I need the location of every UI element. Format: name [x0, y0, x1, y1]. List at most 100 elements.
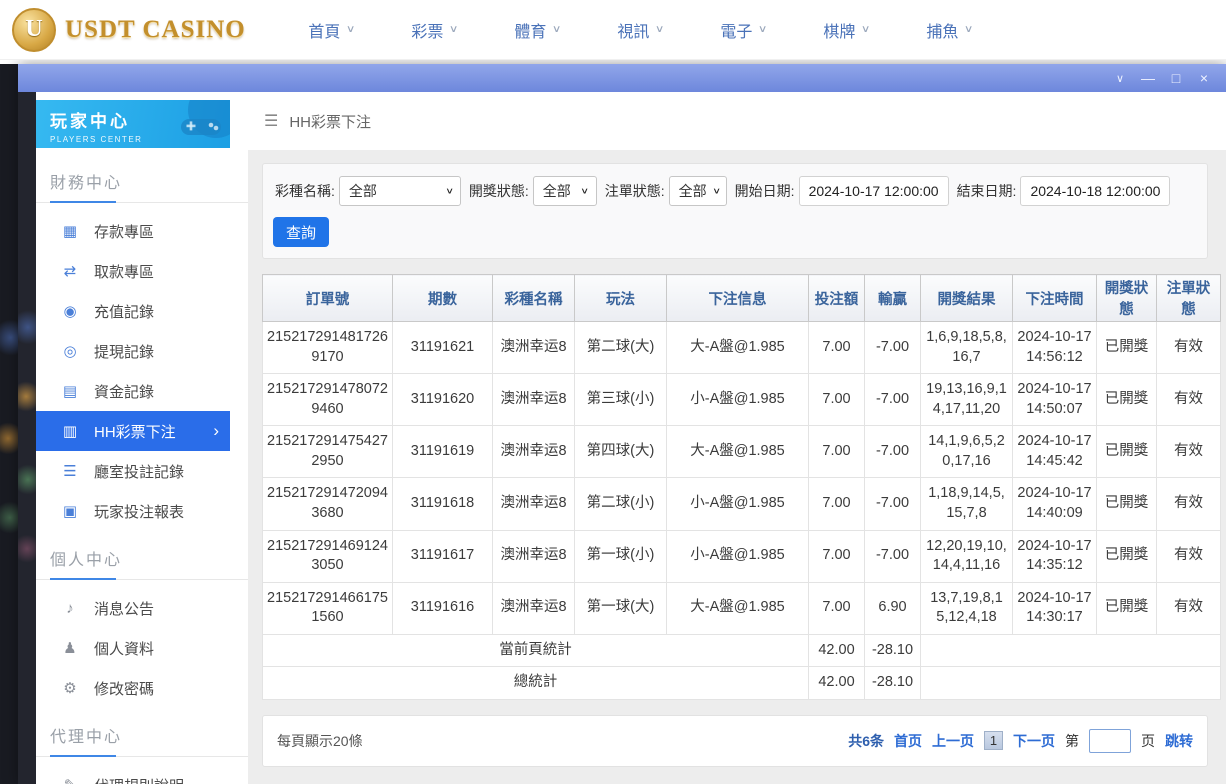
table-cell: 1,6,9,18,5,8,16,7: [921, 322, 1013, 374]
table-cell: 澳洲幸运8: [493, 322, 575, 374]
table-cell: -7.00: [865, 478, 921, 530]
table-cell: 已開獎: [1097, 530, 1157, 582]
start-date-label: 開始日期:: [735, 181, 795, 201]
nav-item-poker[interactable]: 棋牌∨: [795, 18, 898, 42]
table-cell: 已開獎: [1097, 426, 1157, 478]
table-cell: 有效: [1157, 530, 1221, 582]
prev-page-link[interactable]: 上一页: [932, 731, 974, 751]
nav-item-home[interactable]: 首頁∨: [280, 18, 383, 42]
table-cell: 第二球(小): [575, 478, 667, 530]
summary-empty: [921, 634, 1221, 667]
sidebar-item-label: 消息公告: [94, 598, 154, 619]
summary-row: 當前頁統計42.00-28.10: [263, 634, 1221, 667]
column-header: 投注額: [809, 275, 865, 322]
sidebar-item-hall-bet-log[interactable]: ☰廳室投註記錄: [36, 451, 230, 491]
pager: 共6条 首页 上一页 1 下一页 第 页 跳转: [848, 729, 1193, 753]
chevron-down-icon: ∨: [655, 24, 665, 35]
start-date-value: 2024-10-17 12:00:00: [809, 183, 939, 199]
nav-item-sports[interactable]: 體育∨: [486, 18, 589, 42]
nav-item-live[interactable]: 視訊∨: [589, 18, 692, 42]
first-page-link[interactable]: 首页: [894, 731, 922, 751]
table-cell: 已開獎: [1097, 322, 1157, 374]
chevron-down-icon[interactable]: ∨: [1106, 67, 1134, 89]
table-cell: 31191616: [393, 582, 493, 634]
start-date-input[interactable]: 2024-10-17 12:00:00: [799, 176, 949, 206]
nav-item-fishing[interactable]: 捕魚∨: [898, 18, 1001, 42]
sidebar-item-hh-lottery-bets[interactable]: ▥HH彩票下注›: [36, 411, 230, 451]
draw-status-value: 全部: [543, 181, 571, 201]
table-cell: 2152172914754272950: [263, 426, 393, 478]
sidebar-item-profile[interactable]: ♟個人資料: [36, 628, 230, 668]
chevron-down-icon: ∨: [445, 186, 454, 195]
table-row: 215217291478072946031191620澳洲幸运8第三球(小)小-…: [263, 374, 1221, 426]
minimize-icon[interactable]: —: [1134, 67, 1162, 89]
page-jump-input[interactable]: [1089, 729, 1131, 753]
sidebar-item-player-report[interactable]: ▣ 玩家投注報表: [36, 491, 230, 531]
table-cell: 2152172914661751560: [263, 582, 393, 634]
table-cell: 第三球(小): [575, 374, 667, 426]
sidebar-item-password[interactable]: ⚙修改密碼: [36, 668, 230, 708]
table-header-row: 訂單號期數彩種名稱玩法下注信息投注額輸贏開獎結果下注時間開獎狀態注單狀態: [263, 275, 1221, 322]
sidebar-item-deposit[interactable]: ▦存款專區: [36, 211, 230, 251]
table-cell: 2152172914780729460: [263, 374, 393, 426]
sidebar-item-label: 提現記錄: [94, 341, 154, 362]
logo-icon: U: [12, 8, 56, 52]
nav-item-lottery[interactable]: 彩票∨: [383, 18, 486, 42]
close-icon[interactable]: ×: [1190, 67, 1218, 89]
maximize-icon[interactable]: □: [1162, 67, 1190, 89]
lottery-name-value: 全部: [349, 181, 377, 201]
pagination-bar: 每頁顯示20條 共6条 首页 上一页 1 下一页 第 页 跳转: [262, 715, 1208, 767]
nav-item-slots[interactable]: 電子∨: [692, 18, 795, 42]
sidebar-item-label: 個人資料: [94, 638, 154, 659]
table-cell: 小-A盤@1.985: [667, 478, 809, 530]
end-date-label: 結束日期:: [957, 181, 1017, 201]
table-cell: 31191619: [393, 426, 493, 478]
table-cell: 第一球(小): [575, 530, 667, 582]
table-cell: 2024-10-17 14:45:42: [1013, 426, 1097, 478]
table-cell: 13,7,19,8,15,12,4,18: [921, 582, 1013, 634]
lottery-name-label: 彩種名稱:: [275, 181, 335, 201]
summary-win-loss: -28.10: [865, 667, 921, 700]
table-cell: 2024-10-17 14:56:12: [1013, 322, 1097, 374]
next-page-link[interactable]: 下一页: [1013, 731, 1055, 751]
sidebar-item-agent-rules[interactable]: ✎代理規則說明: [36, 765, 230, 784]
site-logo[interactable]: U USDT CASINO: [12, 8, 250, 52]
jump-button[interactable]: 跳转: [1165, 731, 1193, 751]
withdraw-icon: ⇄: [61, 262, 79, 280]
menu-toggle-icon[interactable]: ☰: [264, 111, 278, 131]
end-date-input[interactable]: 2024-10-18 12:00:00: [1020, 176, 1170, 206]
table-cell: 小-A盤@1.985: [667, 530, 809, 582]
table-cell: -7.00: [865, 530, 921, 582]
chevron-down-icon: ∨: [346, 24, 356, 35]
sidebar-item-recharge-log[interactable]: ◉充值記錄: [36, 291, 230, 331]
column-header: 輸贏: [865, 275, 921, 322]
table-cell: 6.90: [865, 582, 921, 634]
summary-empty: [921, 667, 1221, 700]
chevron-right-icon: ›: [213, 421, 219, 441]
table-cell: 2152172914720943680: [263, 478, 393, 530]
sidebar-item-funds-log[interactable]: ▤資金記錄: [36, 371, 230, 411]
bets-table: 訂單號期數彩種名稱玩法下注信息投注額輸贏開獎結果下注時間開獎狀態注單狀態 2152…: [262, 274, 1221, 700]
sidebar-item-withdraw[interactable]: ⇄取款專區: [36, 251, 230, 291]
table-cell: 有效: [1157, 478, 1221, 530]
summary-row: 總統計42.00-28.10: [263, 667, 1221, 700]
order-status-select[interactable]: 全部 ∨: [669, 176, 727, 206]
total-count-text: 共6条: [848, 731, 884, 751]
lottery-name-select[interactable]: 全部 ∨: [339, 176, 461, 206]
current-page-button[interactable]: 1: [984, 731, 1003, 750]
table-cell: 有效: [1157, 374, 1221, 426]
draw-status-select[interactable]: 全部 ∨: [533, 176, 597, 206]
end-date-value: 2024-10-18 12:00:00: [1030, 183, 1160, 199]
column-header: 彩種名稱: [493, 275, 575, 322]
summary-bet-total: 42.00: [809, 634, 865, 667]
sidebar-item-cashout-log[interactable]: ◎提現記錄: [36, 331, 230, 371]
report-icon: ▣: [61, 502, 79, 520]
sidebar-item-label: 玩家投注報表: [94, 501, 184, 522]
page-header: ☰ HH彩票下注: [248, 92, 1226, 150]
column-header: 開獎結果: [921, 275, 1013, 322]
column-header: 注單狀態: [1157, 275, 1221, 322]
table-cell: 小-A盤@1.985: [667, 374, 809, 426]
table-cell: 19,13,16,9,14,17,11,20: [921, 374, 1013, 426]
sidebar-item-announcements[interactable]: ♪消息公告: [36, 588, 230, 628]
search-button[interactable]: 查詢: [273, 217, 329, 247]
